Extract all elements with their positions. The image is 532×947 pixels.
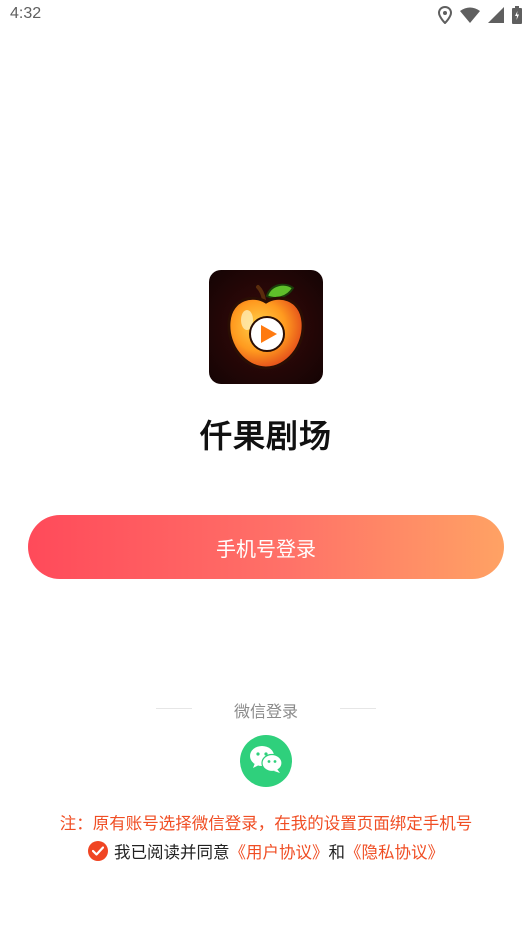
status-icons [438, 5, 522, 25]
privacy-policy-link[interactable]: 《隐私协议》 [345, 839, 444, 863]
wechat-icon [249, 744, 283, 778]
notice-text: 注：原有账号选择微信登录，在我的设置页面绑定手机号 [59, 814, 473, 833]
wechat-login-label: 微信登录 [233, 702, 298, 721]
app-logo [209, 270, 323, 384]
divider-right [340, 708, 376, 709]
wifi-icon [460, 7, 480, 23]
agreement-prefix: 我已阅读并同意 [114, 843, 230, 862]
phone-login-button[interactable]: 手机号登录 [28, 515, 504, 579]
wechat-login-button[interactable] [240, 735, 292, 787]
battery-icon [512, 6, 522, 24]
status-time: 4:32 [10, 5, 42, 22]
agreement-row: 我已阅读并同意 《用户协议》 和 《隐私协议》 [0, 839, 532, 863]
agreement-and: 和 [328, 843, 346, 862]
user-agreement-link[interactable]: 《用户协议》 [230, 839, 329, 863]
signal-icon [488, 7, 504, 23]
checkbox-checked-icon[interactable] [88, 841, 108, 861]
login-screen: 4:32 仟果剧场 手机号登录 微信登录 注：原有账号选择微信登录，在我的设置页… [0, 0, 532, 947]
app-name: 仟果剧场 [199, 417, 332, 455]
location-icon [438, 6, 452, 24]
status-bar: 4:32 [0, 0, 532, 30]
